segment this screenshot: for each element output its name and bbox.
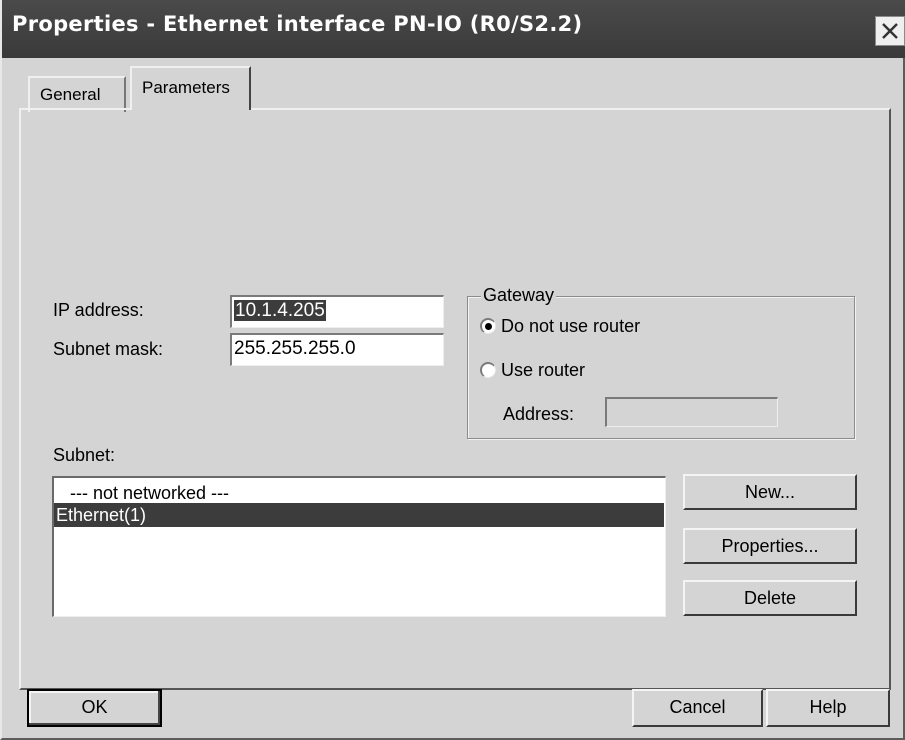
close-button[interactable]	[875, 16, 905, 46]
properties-dialog: Properties - Ethernet interface PN-IO (R…	[0, 0, 905, 740]
subnet-list[interactable]: --- not networked --- Ethernet(1)	[52, 476, 666, 617]
ok-button[interactable]: OK	[27, 689, 162, 727]
list-item[interactable]: --- not networked ---	[54, 481, 664, 505]
window-title: Properties - Ethernet interface PN-IO (R…	[12, 12, 583, 36]
gateway-address-field	[605, 397, 778, 427]
radio-do-not-use-router-label[interactable]: Do not use router	[501, 316, 640, 337]
tab-general[interactable]: General	[28, 76, 126, 112]
gateway-group-title: Gateway	[481, 285, 557, 306]
gateway-address-label: Address:	[503, 404, 575, 424]
ip-address-value: 10.1.4.205	[234, 300, 326, 321]
subnet-mask-value: 255.255.255.0	[234, 338, 356, 359]
help-button[interactable]: Help	[766, 689, 890, 727]
delete-subnet-button[interactable]: Delete	[683, 580, 857, 616]
radio-use-router-label[interactable]: Use router	[501, 360, 585, 381]
new-subnet-button[interactable]: New...	[683, 474, 857, 510]
radio-selected-dot	[485, 323, 492, 330]
cancel-button[interactable]: Cancel	[632, 689, 763, 727]
tab-parameters[interactable]: Parameters	[130, 66, 251, 110]
close-icon	[882, 23, 898, 39]
ip-address-label: IP address:	[53, 300, 144, 320]
list-item[interactable]: Ethernet(1)	[54, 503, 664, 527]
subnet-mask-label: Subnet mask:	[53, 339, 164, 359]
subnet-properties-button[interactable]: Properties...	[683, 528, 857, 564]
radio-do-not-use-router[interactable]	[480, 318, 496, 334]
radio-use-router[interactable]	[480, 362, 496, 378]
subnet-label: Subnet:	[53, 445, 116, 465]
subnet-mask-field[interactable]: 255.255.255.0	[230, 333, 444, 366]
title-bar[interactable]: Properties - Ethernet interface PN-IO (R…	[2, 0, 905, 58]
ip-address-field[interactable]: 10.1.4.205	[230, 295, 444, 328]
